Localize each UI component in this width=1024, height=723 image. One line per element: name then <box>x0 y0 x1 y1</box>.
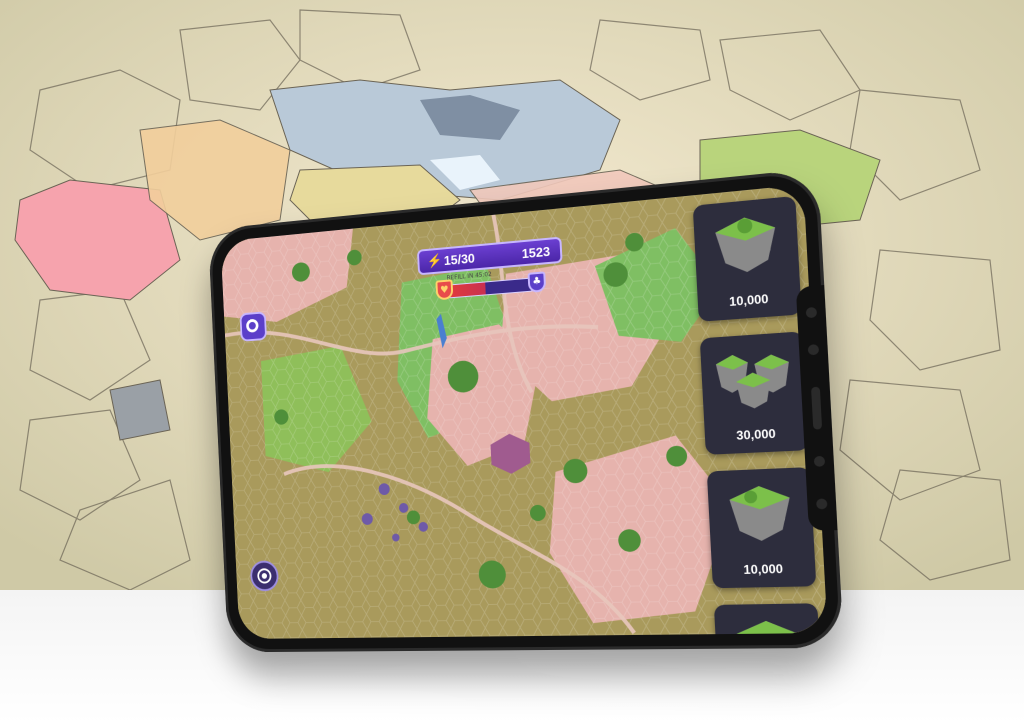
settings-button[interactable] <box>239 311 268 342</box>
hud-subtitle: REFILL IN 45:02 <box>446 270 492 282</box>
shop-item[interactable]: 10,000 <box>692 195 802 322</box>
settings-icon <box>245 318 259 333</box>
shop-item[interactable]: 30,000 <box>699 331 809 455</box>
top-hud: ⚡ 15/30 1523 REFILL IN 45:02 ♥ ♣ <box>416 236 564 309</box>
blue-team-shield-icon: ♣ <box>527 271 547 293</box>
floating-island-icon <box>714 214 778 275</box>
shop-item-price: 10,000 <box>728 291 769 310</box>
floating-island-icon <box>735 620 800 639</box>
shop-item[interactable] <box>713 603 824 639</box>
energy-icon: ⚡ <box>426 252 443 269</box>
game-screen: ⚡ 15/30 1523 REFILL IN 45:02 ♥ ♣ 10,000 … <box>220 184 828 639</box>
phone-mockup: ⚡ 15/30 1523 REFILL IN 45:02 ♥ ♣ 10,000 … <box>207 168 844 653</box>
shop-item-price: 10,000 <box>743 561 784 578</box>
shop-item[interactable]: 10,000 <box>706 467 817 589</box>
phone-body: ⚡ 15/30 1523 REFILL IN 45:02 ♥ ♣ 10,000 … <box>207 168 844 653</box>
shop-item-price: 30,000 <box>735 426 777 443</box>
coin-counter: 1523 <box>521 243 551 262</box>
floating-islands-cluster-icon <box>715 353 791 410</box>
energy-counter: 15/30 <box>443 250 476 269</box>
floating-island-icon <box>728 484 792 542</box>
